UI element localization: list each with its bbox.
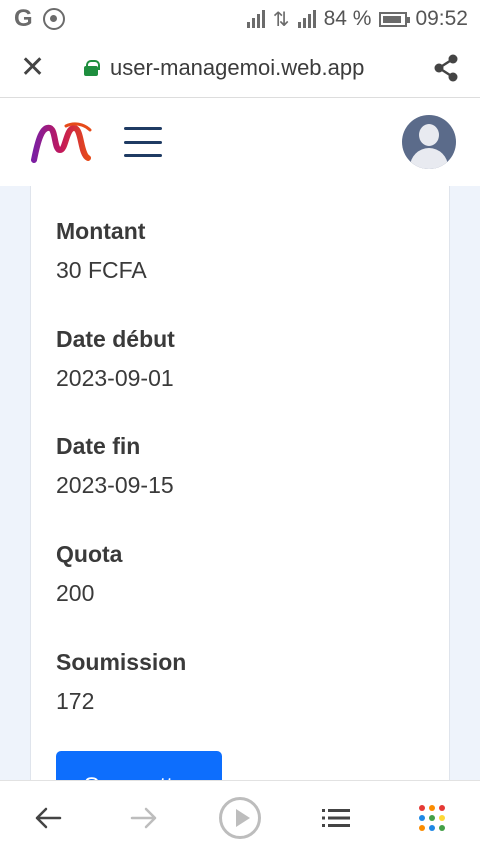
- back-arrow-icon[interactable]: [18, 793, 78, 843]
- field-soumission: Soumission 172: [56, 649, 186, 715]
- field-value: 2023-09-15: [56, 472, 174, 498]
- signal-hplus-icon: [297, 10, 316, 28]
- field-value: 2023-09-01: [56, 365, 174, 391]
- field-value: 30 FCFA: [56, 257, 147, 283]
- play-icon: [219, 796, 261, 839]
- url-text[interactable]: user-managemoi.web.app: [110, 55, 364, 81]
- field-label: Date fin: [56, 433, 141, 459]
- browser-url-bar: ✕ user-managemoi.web.app: [0, 38, 480, 98]
- clock: 09:52: [415, 7, 468, 30]
- browser-bottom-nav: [0, 780, 480, 854]
- details-card: Montant 30 FCFA Date début 2023-09-01 Da…: [30, 186, 450, 780]
- play-icon-button[interactable]: [210, 793, 270, 843]
- field-value: 200: [56, 580, 95, 606]
- status-bar: G ⇅ 84 % 09:52: [0, 0, 480, 38]
- battery-percent: 84 %: [323, 7, 372, 30]
- main-content: Montant 30 FCFA Date début 2023-09-01 Da…: [0, 186, 480, 780]
- whatsapp-icon: [42, 8, 65, 30]
- field-montant: Montant 30 FCFA: [56, 218, 147, 284]
- app-header: [0, 98, 480, 186]
- field-label: Soumission: [56, 649, 187, 675]
- submit-button[interactable]: Soumettre: [56, 751, 222, 780]
- avatar[interactable]: [402, 115, 456, 169]
- battery-icon: [379, 11, 411, 27]
- field-quota: Quota 200: [56, 541, 122, 607]
- forward-arrow-icon[interactable]: [114, 793, 174, 843]
- hamburger-menu-icon[interactable]: [124, 127, 162, 157]
- field-label: Quota: [56, 541, 123, 567]
- field-label: Montant: [56, 218, 146, 244]
- field-date-fin: Date fin 2023-09-15: [56, 433, 174, 499]
- google-icon: G: [14, 5, 33, 32]
- app-logo[interactable]: [30, 120, 92, 164]
- field-label: Date début: [56, 326, 175, 352]
- lock-icon: [84, 59, 100, 76]
- field-value: 172: [56, 688, 95, 714]
- signal-icon: [246, 10, 265, 28]
- apps-grid-icon[interactable]: [402, 793, 462, 843]
- list-icon[interactable]: [306, 793, 366, 843]
- share-icon[interactable]: [432, 54, 460, 82]
- field-date-debut: Date début 2023-09-01: [56, 326, 175, 392]
- data-transfer-icon: ⇅: [272, 8, 290, 31]
- close-icon[interactable]: ✕: [20, 52, 52, 83]
